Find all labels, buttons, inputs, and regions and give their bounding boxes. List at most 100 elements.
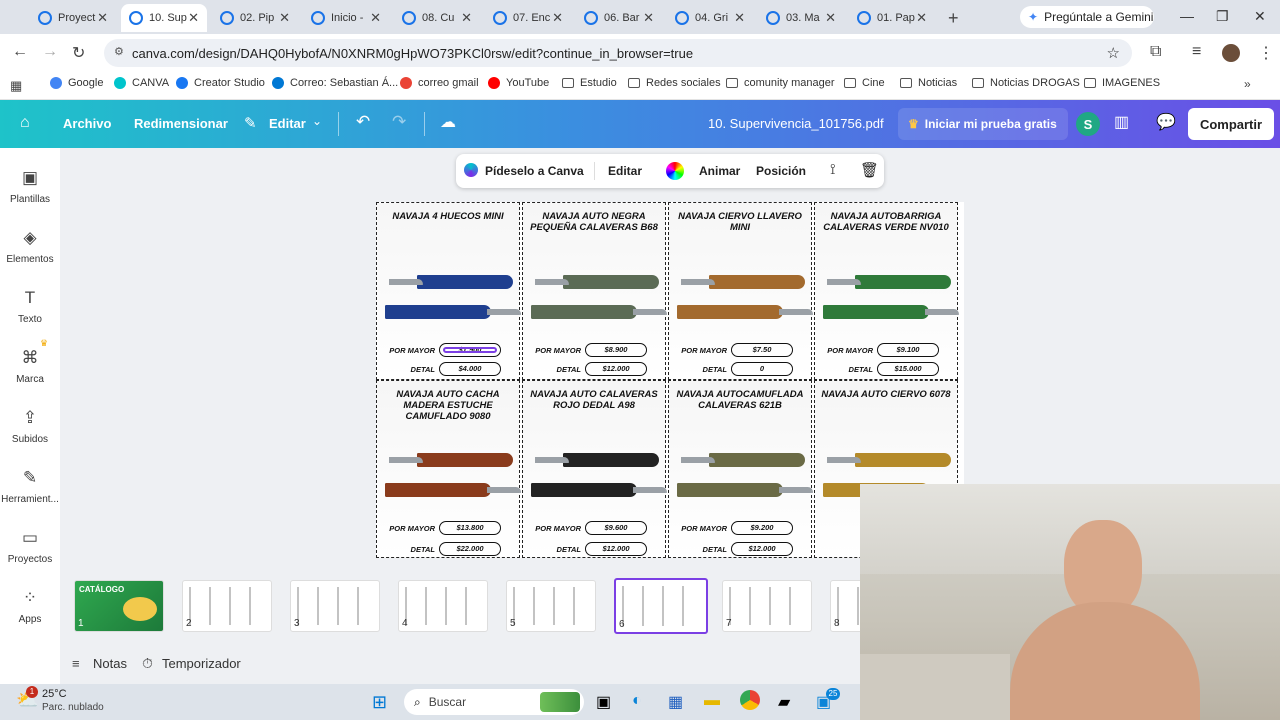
maximize-icon[interactable]: ❐ — [1216, 8, 1229, 25]
bookmark-item[interactable]: correo gmail — [400, 77, 479, 89]
product-card[interactable]: NAVAJA CIERVO LLAVERO MINI POR MAYOR $7.50… — [668, 202, 813, 380]
browser-tab[interactable]: 03. Ma ✕ — [758, 4, 844, 32]
windows-start-icon[interactable]: ⊞ — [372, 692, 387, 713]
editar-menu[interactable]: Editar — [269, 116, 306, 131]
product-card[interactable]: NAVAJA AUTOCAMUFLADA CALAVERAS 621B POR M… — [668, 380, 813, 558]
taskbar-search[interactable]: ⌕ Buscar — [404, 689, 584, 715]
price-mayor[interactable]: $9.200 — [731, 521, 793, 535]
bookmark-item[interactable]: Redes sociales — [628, 77, 721, 89]
weather-temp[interactable]: 25°C — [42, 688, 67, 700]
chevron-down-icon[interactable]: ⌄ — [312, 114, 322, 128]
sidebar-item-apps[interactable]: ⁘ Apps — [0, 588, 60, 625]
sidebar-item-texto[interactable]: T Texto — [0, 288, 60, 325]
cloud-saved-icon[interactable]: ☁ — [440, 112, 456, 132]
notes-app-icon[interactable]: ▰ — [778, 692, 790, 712]
file-explorer-icon[interactable]: ▬ — [704, 692, 720, 710]
price-mayor[interactable]: $9.600 — [585, 521, 647, 535]
close-tab-icon[interactable]: ✕ — [97, 10, 108, 26]
notes-button[interactable]: Notas — [93, 656, 127, 671]
price-mayor[interactable]: $13.800 — [439, 521, 501, 535]
price-mayor[interactable]: $1.900 — [439, 343, 501, 357]
sidebar-item-plantillas[interactable]: ▣ Plantillas — [0, 168, 60, 205]
undo-icon[interactable]: ↶ — [356, 112, 370, 132]
animate-button[interactable]: Animar — [699, 164, 740, 178]
sidebar-item-herramientas[interactable]: ✎ Herramient... — [0, 468, 60, 505]
price-mayor[interactable]: $9.100 — [877, 343, 939, 357]
browser-tab[interactable]: 04. Gri ✕ — [667, 4, 753, 32]
page-thumbnail[interactable]: 3 — [290, 580, 380, 632]
position-button[interactable]: Posición — [756, 164, 806, 178]
share-button[interactable]: Compartir — [1188, 108, 1274, 140]
url-field[interactable]: ⚙ canva.com/design/DAHQ0HybofA/N0XNRM0gH… — [104, 39, 1132, 67]
price-detal[interactable]: $22.000 — [439, 542, 501, 556]
browser-tab[interactable]: Proyect ✕ — [30, 4, 116, 32]
bookmark-item[interactable]: Creator Studio — [176, 77, 265, 89]
edit-button[interactable]: Editar — [608, 164, 642, 178]
bookmark-star-icon[interactable]: ☆ — [1107, 44, 1120, 62]
close-tab-icon[interactable]: ✕ — [734, 10, 745, 26]
redo-icon[interactable]: ↷ — [392, 112, 406, 132]
user-avatar[interactable]: S — [1076, 112, 1100, 136]
trash-icon[interactable]: 🗑 — [860, 161, 879, 179]
page-thumbnail[interactable]: 4 — [398, 580, 488, 632]
edge-icon[interactable]: ◐ — [632, 692, 642, 710]
sidebar-item-subidos[interactable]: ⇪ Subidos — [0, 408, 60, 445]
store-icon[interactable]: ▦ — [668, 692, 683, 712]
product-card[interactable]: NAVAJA AUTOBARRIGA CALAVERAS VERDE NV010… — [814, 202, 959, 380]
reading-list-icon[interactable]: ≡ — [1192, 43, 1201, 61]
price-detal[interactable]: 0 — [731, 362, 793, 376]
analytics-icon[interactable]: ▥ — [1114, 112, 1129, 132]
extensions-icon[interactable]: ⧉ — [1150, 43, 1161, 61]
apps-grid-icon[interactable]: ▦ — [10, 78, 22, 94]
bookmark-item[interactable]: Noticias DROGAS — [972, 77, 1080, 89]
page-thumbnail[interactable]: 6 — [614, 578, 708, 634]
price-detal[interactable]: $12.000 — [731, 542, 793, 556]
color-wheel-icon[interactable] — [666, 162, 684, 180]
back-icon[interactable]: ← — [12, 43, 28, 61]
close-tab-icon[interactable]: ✕ — [370, 10, 381, 26]
page-thumbnail[interactable]: CATÁLOGO 1 — [74, 580, 164, 632]
reload-icon[interactable]: ↻ — [72, 43, 85, 63]
product-card[interactable]: NAVAJA AUTO CACHA MADERA ESTUCHE CAMUFLA… — [376, 380, 521, 558]
bookmark-item[interactable]: comunity manager — [726, 77, 835, 89]
page-thumbnail[interactable]: 7 — [722, 580, 812, 632]
browser-tab[interactable]: Inicio - ✕ — [303, 4, 389, 32]
price-mayor[interactable]: $7.50 — [731, 343, 793, 357]
page-thumbnail[interactable]: 2 — [182, 580, 272, 632]
bookmark-item[interactable]: Noticias — [900, 77, 957, 89]
product-card[interactable]: NAVAJA 4 HUECOS MINI POR MAYOR $1.900 DETAL… — [376, 202, 521, 380]
archivo-menu[interactable]: Archivo — [63, 116, 111, 131]
close-tab-icon[interactable]: ✕ — [916, 10, 927, 26]
page-thumbnail[interactable]: 5 — [506, 580, 596, 632]
add-comment-icon[interactable]: ⟟ — [830, 161, 836, 178]
bookmark-item[interactable]: Cine — [844, 77, 885, 89]
task-view-icon[interactable]: ▣ — [596, 692, 611, 712]
sidebar-item-proyectos[interactable]: ▭ Proyectos — [0, 528, 60, 565]
bookmark-item[interactable]: Correo: Sebastian Á... — [272, 77, 398, 89]
browser-tab[interactable]: 08. Cu ✕ — [394, 4, 480, 32]
site-info-icon[interactable]: ⚙ — [114, 45, 124, 58]
browser-tab[interactable]: 06. Bar ✕ — [576, 4, 662, 32]
bookmark-item[interactable]: CANVA — [114, 77, 169, 89]
price-detal[interactable]: $15.000 — [877, 362, 939, 376]
close-tab-icon[interactable]: ✕ — [643, 10, 654, 26]
bookmark-item[interactable]: Estudio — [562, 77, 617, 89]
close-tab-icon[interactable]: ✕ — [188, 10, 199, 26]
minimize-icon[interactable]: — — [1180, 8, 1194, 24]
product-card[interactable]: NAVAJA AUTO CALAVERAS ROJO DEDAL A98 POR … — [522, 380, 667, 558]
timer-button[interactable]: Temporizador — [162, 656, 241, 671]
more-bookmarks-icon[interactable]: » — [1244, 77, 1251, 91]
price-detal[interactable]: $4.000 — [439, 362, 501, 376]
price-detal[interactable]: $12.000 — [585, 362, 647, 376]
close-tab-icon[interactable]: ✕ — [552, 10, 563, 26]
trial-button[interactable]: ♛ Iniciar mi prueba gratis — [898, 108, 1068, 140]
price-detal[interactable]: $12.000 — [585, 542, 647, 556]
home-icon[interactable]: ⌂ — [20, 114, 30, 132]
bookmark-item[interactable]: IMAGENES — [1084, 77, 1160, 89]
browser-tab[interactable]: 02. Pip ✕ — [212, 4, 298, 32]
product-card[interactable]: NAVAJA AUTO NEGRA PEQUEÑA CALAVERAS B68 P… — [522, 202, 667, 380]
gemini-button[interactable]: ✦ Pregúntale a Gemini — [1020, 6, 1154, 28]
close-tab-icon[interactable]: ✕ — [461, 10, 472, 26]
browser-menu-icon[interactable]: ⋮ — [1258, 43, 1274, 63]
profile-avatar[interactable] — [1222, 44, 1240, 62]
